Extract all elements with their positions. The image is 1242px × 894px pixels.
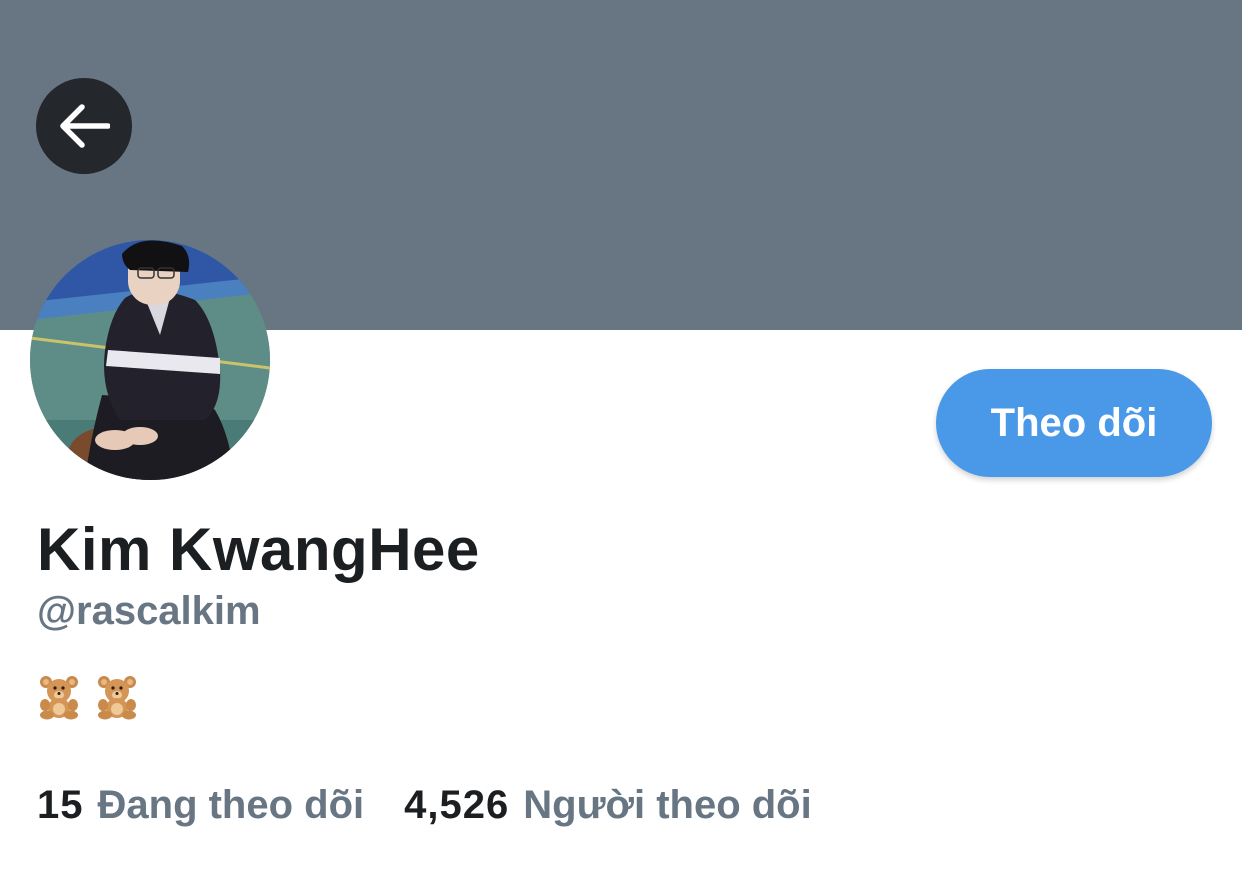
arrow-left-icon (58, 104, 110, 148)
following-label: Đang theo dõi (97, 783, 365, 827)
following-link[interactable]: 15 Đang theo dõi (37, 780, 364, 830)
following-count: 15 (37, 783, 84, 827)
followers-label: Người theo dõi (523, 783, 812, 827)
display-name: Kim KwangHee (37, 516, 480, 583)
followers-count: 4,526 (404, 783, 510, 827)
avatar-photo (30, 240, 270, 480)
profile-stats: 15 Đang theo dõi 4,526 Người theo dõi (37, 780, 812, 830)
back-button[interactable] (36, 78, 132, 174)
follow-button[interactable]: Theo dõi (936, 369, 1212, 477)
profile-bio (36, 674, 140, 725)
followers-link[interactable]: 4,526 Người theo dõi (404, 780, 812, 830)
teddy-bear-icon (94, 674, 140, 725)
username-handle: @rascalkim (37, 589, 261, 633)
avatar[interactable] (30, 240, 270, 480)
teddy-bear-icon (36, 674, 82, 725)
